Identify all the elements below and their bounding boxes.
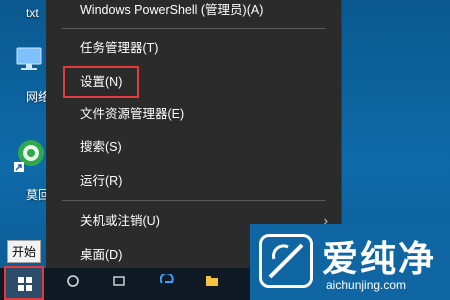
menu-item-label: 关机或注销(U) <box>80 214 160 228</box>
menu-item-label: 任务管理器(T) <box>80 41 159 55</box>
brand-logo-icon <box>268 243 304 279</box>
menu-item-task-manager[interactable]: 任务管理器(T) <box>46 34 342 62</box>
menu-item-label: 运行(R) <box>80 174 123 188</box>
menu-item-label: Windows PowerShell (管理员)(A) <box>80 3 264 17</box>
shortcut-arrow-icon <box>14 162 24 172</box>
menu-item-label: 桌面(D) <box>80 248 123 262</box>
edge-browser-icon[interactable] <box>160 274 174 288</box>
watermark-brand-text: 爱纯净 <box>322 238 437 279</box>
start-button[interactable] <box>4 266 44 300</box>
menu-item-label: 文件资源管理器(E) <box>80 107 185 121</box>
watermark-logo <box>259 234 313 288</box>
folder-icon[interactable] <box>205 274 219 288</box>
menu-separator <box>62 200 326 201</box>
desktop-file-label[interactable]: txt <box>26 6 39 20</box>
settings-highlight-box <box>63 66 139 98</box>
search-icon[interactable] <box>66 274 80 288</box>
menu-item-run[interactable]: 运行(R) <box>46 167 342 195</box>
windows-logo-icon <box>18 277 32 291</box>
app-desktop-icon[interactable] <box>14 138 46 172</box>
network-icon <box>16 47 42 70</box>
menu-item-search[interactable]: 搜索(S) <box>46 133 342 161</box>
menu-item-powershell-admin[interactable]: Windows PowerShell (管理员)(A) <box>46 0 342 24</box>
menu-item-file-explorer[interactable]: 文件资源管理器(E) <box>46 100 342 128</box>
task-view-icon[interactable] <box>112 274 126 288</box>
watermark: 爱纯净 aichunjing.com <box>250 224 450 300</box>
menu-separator <box>62 28 326 29</box>
menu-item-label: 搜索(S) <box>80 140 122 154</box>
start-tooltip: 开始 <box>7 240 42 263</box>
watermark-url: aichunjing.com <box>326 278 407 292</box>
network-desktop-icon[interactable] <box>14 44 44 74</box>
